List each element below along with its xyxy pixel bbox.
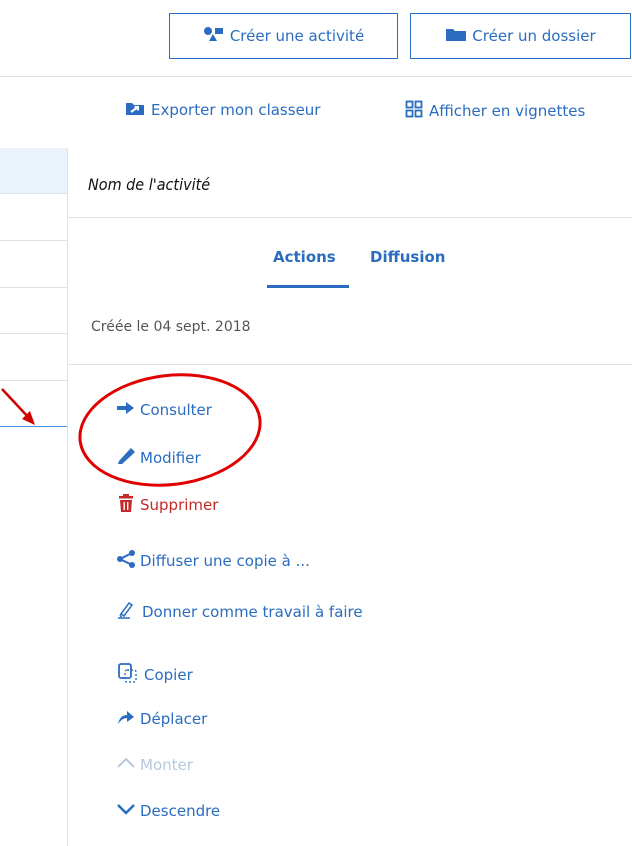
create-folder-button[interactable]: Créer un dossier (410, 13, 631, 59)
action-move[interactable]: Déplacer (116, 709, 207, 729)
action-move-down[interactable]: Descendre (116, 802, 220, 820)
creation-date: Créée le 04 sept. 2018 (91, 319, 251, 335)
action-share-copy[interactable]: Diffuser une copie à ... (116, 550, 310, 572)
action-delete[interactable]: Supprimer (116, 493, 218, 517)
active-tab-indicator (267, 285, 349, 288)
row-divider (0, 380, 67, 381)
action-copy-label: Copier (144, 666, 193, 684)
row-divider (0, 240, 67, 241)
row-divider (0, 333, 67, 334)
thumbnails-link[interactable]: Afficher en vignettes (405, 100, 585, 122)
create-activity-label: Créer une activité (229, 27, 365, 45)
action-move-down-label: Descendre (140, 802, 221, 820)
action-delete-label: Supprimer (140, 496, 219, 514)
tab-actions[interactable]: Actions (273, 248, 336, 266)
divider (68, 364, 632, 365)
list-header-row (0, 148, 67, 193)
row-divider (0, 193, 67, 194)
assign-homework-icon (116, 600, 138, 624)
pencil-icon (116, 447, 136, 469)
action-move-up: Monter (116, 756, 193, 774)
row-divider (0, 287, 67, 288)
action-move-up-label: Monter (140, 756, 193, 774)
tab-diffusion[interactable]: Diffusion (370, 248, 445, 266)
export-label: Exporter mon classeur (151, 101, 321, 119)
action-edit[interactable]: Modifier (116, 447, 201, 469)
action-copy[interactable]: Copier (116, 662, 193, 688)
trash-icon (116, 493, 136, 517)
copy-icon (116, 662, 140, 688)
selected-row-border (0, 426, 67, 427)
action-assign-homework[interactable]: Donner comme travail à faire (116, 600, 363, 624)
action-share-copy-label: Diffuser une copie à ... (140, 552, 310, 570)
action-consult[interactable]: Consulter (116, 400, 212, 420)
action-move-label: Déplacer (140, 710, 208, 728)
chevron-down-icon (116, 802, 136, 820)
chevron-up-icon (116, 756, 136, 774)
panel-title: Nom de l'activité (88, 175, 211, 194)
shapes-icon (203, 26, 225, 46)
export-link[interactable]: Exporter mon classeur (125, 100, 320, 120)
folder-icon (445, 26, 467, 46)
divider (68, 217, 632, 218)
action-consult-label: Consulter (140, 401, 212, 419)
grid-icon (405, 100, 423, 122)
create-folder-label: Créer un dossier (472, 27, 596, 45)
action-edit-label: Modifier (140, 449, 201, 467)
export-icon (125, 100, 145, 120)
move-arrow-icon (116, 709, 136, 729)
share-icon (116, 550, 136, 572)
action-assign-homework-label: Donner comme travail à faire (142, 603, 363, 621)
create-activity-button[interactable]: Créer une activité (169, 13, 398, 59)
divider (0, 76, 632, 77)
activity-panel: Nom de l'activité Actions Diffusion Créé… (67, 148, 632, 846)
arrow-right-icon (116, 400, 136, 420)
thumbnails-label: Afficher en vignettes (429, 102, 586, 120)
